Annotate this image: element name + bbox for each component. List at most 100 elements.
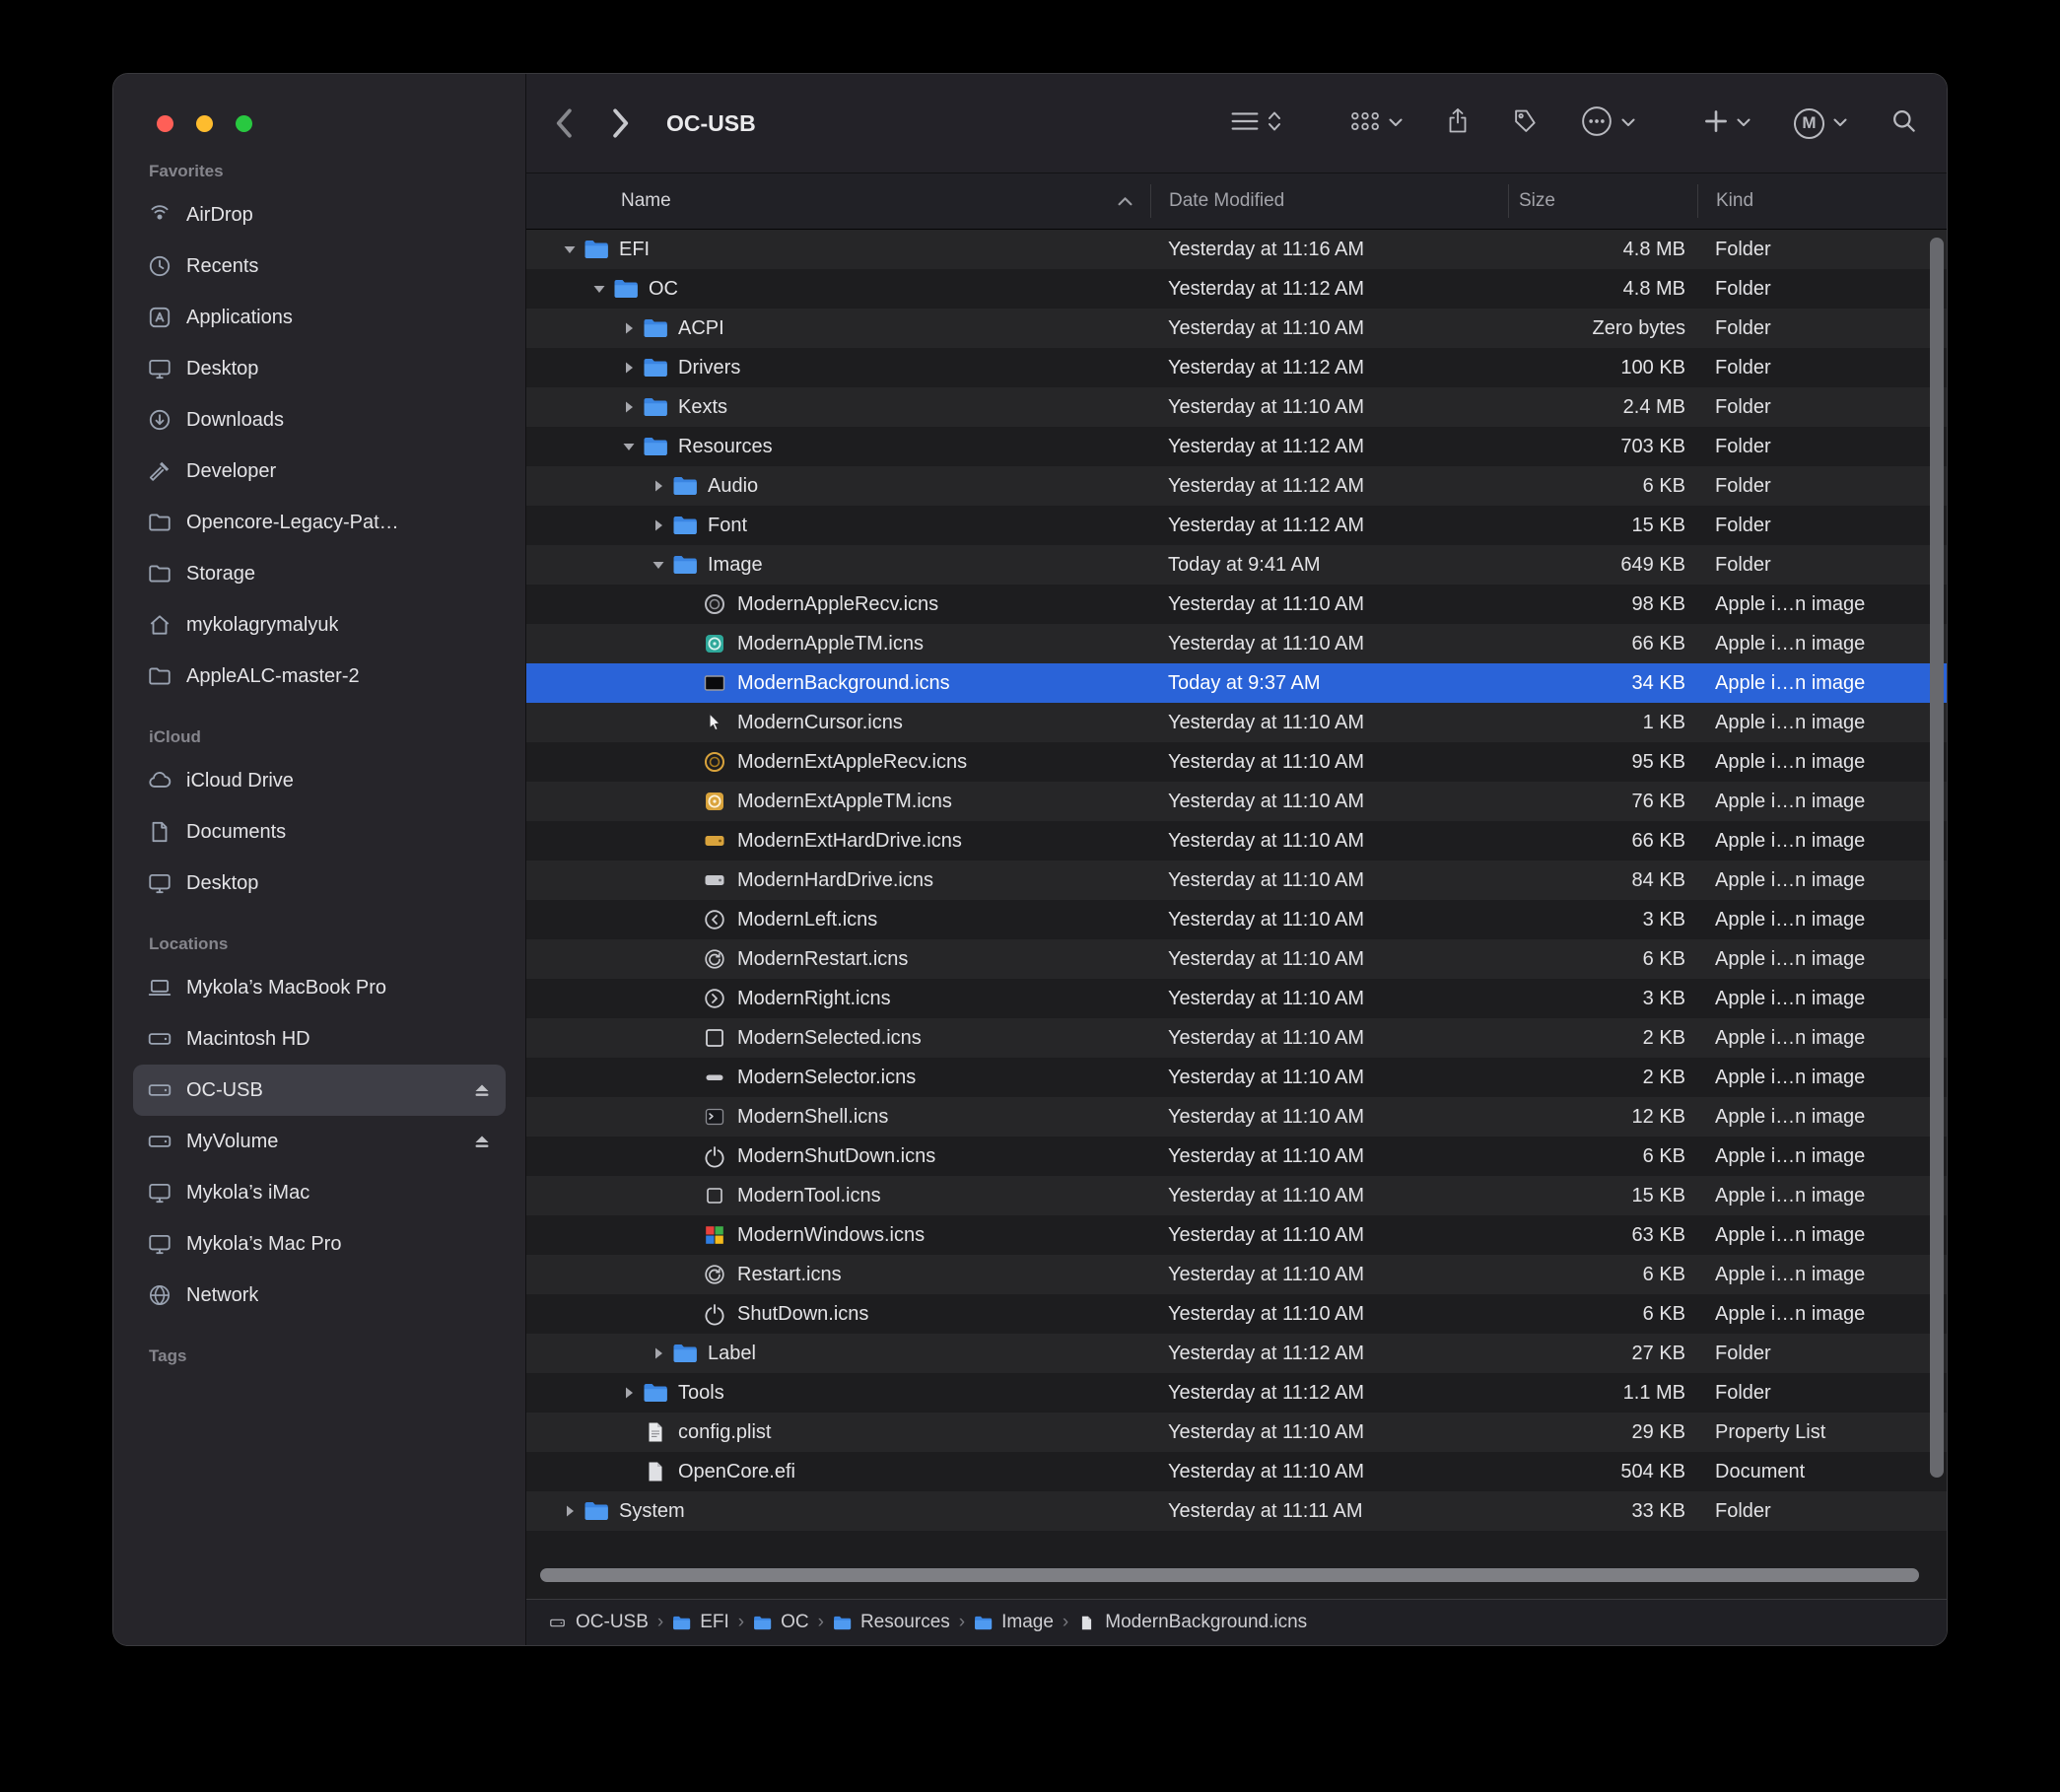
disclosure-open-icon[interactable] — [585, 281, 613, 297]
account-button[interactable]: M — [1794, 108, 1847, 139]
disclosure-closed-icon[interactable] — [615, 320, 643, 336]
sidebar-item-mykola-s-imac[interactable]: Mykola’s iMac — [133, 1167, 506, 1218]
file-row-modernharddrive-icns[interactable]: ModernHardDrive.icnsYesterday at 11:10 A… — [526, 861, 1947, 900]
display-icon — [147, 870, 172, 896]
disclosure-closed-icon[interactable] — [556, 1503, 584, 1519]
file-row-modernbackground-icns[interactable]: ModernBackground.icnsToday at 9:37 AM34 … — [526, 663, 1947, 703]
file-row-config-plist[interactable]: config.plistYesterday at 11:10 AM29 KBPr… — [526, 1413, 1947, 1452]
file-row-system[interactable]: SystemYesterday at 11:11 AM33 KBFolder — [526, 1491, 1947, 1531]
file-row-modernextapplerecv-icns[interactable]: ModernExtAppleRecv.icnsYesterday at 11:1… — [526, 742, 1947, 782]
sidebar-item-airdrop[interactable]: AirDrop — [133, 189, 506, 241]
eject-icon[interactable] — [472, 1080, 492, 1100]
sidebar-item-developer[interactable]: Developer — [133, 446, 506, 497]
file-row-font[interactable]: FontYesterday at 11:12 AM15 KBFolder — [526, 506, 1947, 545]
file-row-restart-icns[interactable]: Restart.icnsYesterday at 11:10 AM6 KBApp… — [526, 1255, 1947, 1294]
file-row-oc[interactable]: OCYesterday at 11:12 AM4.8 MBFolder — [526, 269, 1947, 309]
disclosure-closed-icon[interactable] — [645, 517, 672, 533]
file-row-drivers[interactable]: DriversYesterday at 11:12 AM100 KBFolder — [526, 348, 1947, 387]
file-row-modernselected-icns[interactable]: ModernSelected.icnsYesterday at 11:10 AM… — [526, 1018, 1947, 1058]
file-row-efi[interactable]: EFIYesterday at 11:16 AM4.8 MBFolder — [526, 230, 1947, 269]
disclosure-open-icon[interactable] — [615, 439, 643, 454]
disclosure-open-icon[interactable] — [556, 241, 584, 257]
path-item-oc-usb[interactable]: OC-USB — [548, 1612, 649, 1633]
sidebar-item-documents[interactable]: Documents — [133, 806, 506, 858]
file-date-modified: Yesterday at 11:10 AM — [1150, 1067, 1508, 1089]
file-row-modernleft-icns[interactable]: ModernLeft.icnsYesterday at 11:10 AM3 KB… — [526, 900, 1947, 939]
drive-icon — [147, 1077, 172, 1103]
disclosure-spacer — [674, 754, 702, 770]
tag-button[interactable] — [1513, 108, 1538, 138]
sidebar-item-applealc-master-2[interactable]: AppleALC-master-2 — [133, 651, 506, 702]
sidebar-item-macintosh-hd[interactable]: Macintosh HD — [133, 1013, 506, 1065]
horizontal-scrollbar[interactable] — [540, 1568, 1919, 1582]
sidebar-item-mykola-s-macbook-pro[interactable]: Mykola’s MacBook Pro — [133, 962, 506, 1013]
file-row-modernshutdown-icns[interactable]: ModernShutDown.icnsYesterday at 11:10 AM… — [526, 1137, 1947, 1176]
file-row-resources[interactable]: ResourcesYesterday at 11:12 AM703 KBFold… — [526, 427, 1947, 466]
sidebar-item-opencore-legacy-pat[interactable]: Opencore-Legacy-Pat… — [133, 497, 506, 548]
sidebar-item-desktop[interactable]: Desktop — [133, 343, 506, 394]
disclosure-closed-icon[interactable] — [645, 1345, 672, 1361]
file-row-label[interactable]: LabelYesterday at 11:12 AM27 KBFolder — [526, 1334, 1947, 1373]
view-control[interactable] — [1231, 109, 1281, 138]
new-item-button[interactable] — [1704, 109, 1751, 138]
file-row-modernshell-icns[interactable]: ModernShell.icnsYesterday at 11:10 AM12 … — [526, 1097, 1947, 1137]
sidebar-item-oc-usb[interactable]: OC-USB — [133, 1065, 506, 1116]
sidebar-item-storage[interactable]: Storage — [133, 548, 506, 599]
back-button[interactable] — [554, 107, 573, 139]
file-row-modernselector-icns[interactable]: ModernSelector.icnsYesterday at 11:10 AM… — [526, 1058, 1947, 1097]
disclosure-closed-icon[interactable] — [645, 478, 672, 494]
disclosure-open-icon[interactable] — [645, 557, 672, 573]
file-row-opencore-efi[interactable]: OpenCore.efiYesterday at 11:10 AM504 KBD… — [526, 1452, 1947, 1491]
file-row-moderntool-icns[interactable]: ModernTool.icnsYesterday at 11:10 AM15 K… — [526, 1176, 1947, 1215]
column-kind[interactable]: Kind — [1697, 184, 1947, 218]
close-button[interactable] — [157, 115, 173, 132]
group-button[interactable] — [1350, 110, 1403, 137]
disclosure-spacer — [674, 1148, 702, 1164]
sidebar-item-applications[interactable]: Applications — [133, 292, 506, 343]
sidebar-item-mykola-s-mac-pro[interactable]: Mykola’s Mac Pro — [133, 1218, 506, 1270]
zoom-button[interactable] — [236, 115, 252, 132]
column-size[interactable]: Size — [1508, 184, 1697, 218]
file-kind: Apple i…n image — [1697, 988, 1947, 1010]
sidebar-item-downloads[interactable]: Downloads — [133, 394, 506, 446]
path-item-efi[interactable]: EFI — [672, 1612, 729, 1633]
file-size: 4.8 MB — [1508, 239, 1697, 261]
file-row-modernwindows-icns[interactable]: ModernWindows.icnsYesterday at 11:10 AM6… — [526, 1215, 1947, 1255]
path-item-modernbackground-icns[interactable]: ModernBackground.icns — [1077, 1612, 1307, 1633]
forward-button[interactable] — [612, 107, 631, 139]
more-actions-button[interactable] — [1581, 105, 1635, 142]
sidebar-item-mykolagrymalyuk[interactable]: mykolagrymalyuk — [133, 599, 506, 651]
file-name: ModernShutDown.icns — [737, 1145, 935, 1168]
path-item-oc[interactable]: OC — [753, 1612, 809, 1633]
sidebar-item-recents[interactable]: Recents — [133, 241, 506, 292]
disclosure-closed-icon[interactable] — [615, 1385, 643, 1401]
column-name[interactable]: Name — [526, 190, 1150, 212]
disclosure-closed-icon[interactable] — [615, 399, 643, 415]
file-row-modernright-icns[interactable]: ModernRight.icnsYesterday at 11:10 AM3 K… — [526, 979, 1947, 1018]
file-row-tools[interactable]: ToolsYesterday at 11:12 AM1.1 MBFolder — [526, 1373, 1947, 1413]
file-row-moderncursor-icns[interactable]: ModernCursor.icnsYesterday at 11:10 AM1 … — [526, 703, 1947, 742]
file-row-modernappletm-icns[interactable]: ModernAppleTM.icnsYesterday at 11:10 AM6… — [526, 624, 1947, 663]
minimize-button[interactable] — [196, 115, 213, 132]
file-row-modernextappletm-icns[interactable]: ModernExtAppleTM.icnsYesterday at 11:10 … — [526, 782, 1947, 821]
search-button[interactable] — [1890, 107, 1917, 139]
file-row-image[interactable]: ImageToday at 9:41 AM649 KBFolder — [526, 545, 1947, 585]
column-date-modified[interactable]: Date Modified — [1150, 184, 1508, 218]
share-button[interactable] — [1446, 106, 1470, 140]
eject-icon[interactable] — [472, 1132, 492, 1151]
sidebar-item-myvolume[interactable]: MyVolume — [133, 1116, 506, 1167]
path-item-resources[interactable]: Resources — [833, 1612, 950, 1633]
sidebar-item-desktop[interactable]: Desktop — [133, 858, 506, 909]
file-row-acpi[interactable]: ACPIYesterday at 11:10 AMZero bytesFolde… — [526, 309, 1947, 348]
file-row-audio[interactable]: AudioYesterday at 11:12 AM6 KBFolder — [526, 466, 1947, 506]
vertical-scrollbar[interactable] — [1930, 238, 1944, 1478]
sidebar-item-network[interactable]: Network — [133, 1270, 506, 1321]
file-row-shutdown-icns[interactable]: ShutDown.icnsYesterday at 11:10 AM6 KBAp… — [526, 1294, 1947, 1334]
path-item-image[interactable]: Image — [974, 1612, 1054, 1633]
sidebar-item-icloud-drive[interactable]: iCloud Drive — [133, 755, 506, 806]
file-row-modernextharddrive-icns[interactable]: ModernExtHardDrive.icnsYesterday at 11:1… — [526, 821, 1947, 861]
disclosure-closed-icon[interactable] — [615, 360, 643, 376]
file-row-modernapplerecv-icns[interactable]: ModernAppleRecv.icnsYesterday at 11:10 A… — [526, 585, 1947, 624]
file-row-kexts[interactable]: KextsYesterday at 11:10 AM2.4 MBFolder — [526, 387, 1947, 427]
file-row-modernrestart-icns[interactable]: ModernRestart.icnsYesterday at 11:10 AM6… — [526, 939, 1947, 979]
